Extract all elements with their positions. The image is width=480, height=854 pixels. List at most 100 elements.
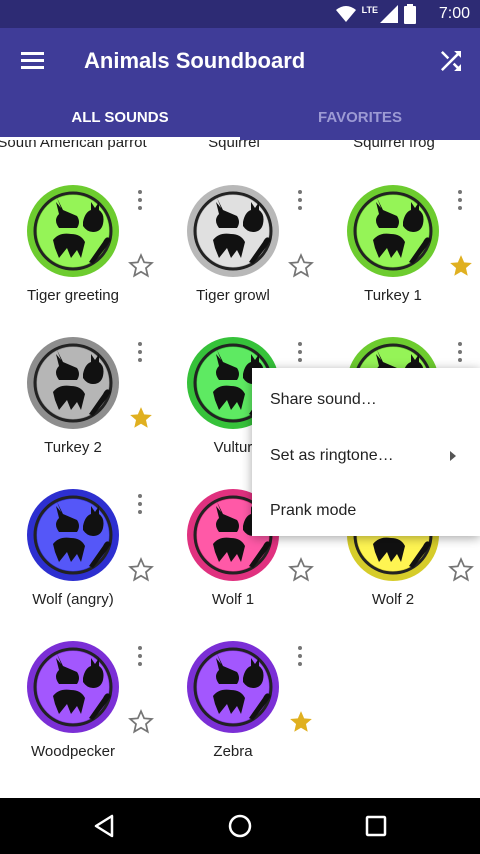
more-dot-icon <box>138 502 142 506</box>
star-outline-icon <box>128 709 154 734</box>
prank-mode-menu-item[interactable]: Prank mode <box>252 485 480 537</box>
signal-icon <box>380 5 398 23</box>
shuffle-icon <box>441 51 461 71</box>
animal-silhouette-icon <box>347 185 439 277</box>
navigation-bar <box>0 798 480 854</box>
overflow-menu-button[interactable] <box>134 342 146 364</box>
star-outline-icon <box>288 557 314 582</box>
favorite-star-button[interactable] <box>128 253 154 279</box>
tab-all-sounds[interactable]: ALL SOUNDS <box>0 100 240 140</box>
network-type-label: LTE <box>361 5 378 15</box>
sound-item: Tiger greeting <box>0 140 160 304</box>
star-outline-icon <box>448 557 474 582</box>
sound-play-button[interactable] <box>186 640 280 734</box>
submenu-arrow-icon <box>450 451 456 461</box>
more-dot-icon <box>138 510 142 514</box>
overflow-menu-button[interactable] <box>134 646 146 668</box>
sound-item: Wolf (angry) <box>0 444 160 608</box>
sound-context-menu: Share sound… Set as ringtone… Prank mode <box>252 368 480 536</box>
favorite-star-button[interactable] <box>448 253 474 279</box>
overflow-menu-button[interactable] <box>294 190 306 212</box>
favorite-star-button[interactable] <box>128 557 154 583</box>
animal-silhouette-icon <box>27 185 119 277</box>
overflow-menu-button[interactable] <box>134 190 146 212</box>
favorite-star-button[interactable] <box>128 709 154 735</box>
app-bar: Animals Soundboard ALL SOUNDS FAVORITES <box>0 28 480 140</box>
more-dot-icon <box>298 654 302 658</box>
animal-silhouette-icon <box>27 489 119 581</box>
sound-play-button[interactable] <box>186 184 280 278</box>
animal-silhouette-icon <box>187 641 279 733</box>
more-dot-icon <box>138 206 142 210</box>
overflow-menu-button[interactable] <box>454 190 466 212</box>
sound-label: Wolf 2 <box>371 591 415 608</box>
sound-item: Tiger growl <box>160 140 320 304</box>
more-dot-icon <box>298 342 302 346</box>
hamburger-icon <box>21 52 44 55</box>
more-dot-icon <box>298 358 302 362</box>
overflow-menu-button[interactable] <box>134 494 146 516</box>
more-dot-icon <box>138 646 142 650</box>
animal-silhouette-icon <box>187 185 279 277</box>
recents-button[interactable] <box>360 810 392 842</box>
tab-favorites[interactable]: FAVORITES <box>240 100 480 140</box>
more-dot-icon <box>138 342 142 346</box>
more-dot-icon <box>138 358 142 362</box>
more-dot-icon <box>138 494 142 498</box>
sound-item: Turkey 2 <box>0 292 160 456</box>
more-dot-icon <box>298 646 302 650</box>
more-dot-icon <box>298 206 302 210</box>
more-dot-icon <box>298 350 302 354</box>
sound-item: Turkey 1 <box>320 140 480 304</box>
more-dot-icon <box>458 358 462 362</box>
overflow-menu-button[interactable] <box>454 342 466 364</box>
home-icon <box>228 814 252 838</box>
overflow-menu-button[interactable] <box>294 646 306 668</box>
more-dot-icon <box>138 190 142 194</box>
share-sound-menu-item[interactable]: Share sound… <box>252 374 480 426</box>
app-title: Animals Soundboard <box>84 48 306 73</box>
back-button[interactable] <box>88 810 120 842</box>
more-dot-icon <box>458 350 462 354</box>
sound-label: Zebra <box>213 743 253 760</box>
sound-play-button[interactable] <box>26 488 120 582</box>
more-dot-icon <box>458 342 462 346</box>
sound-play-button[interactable] <box>346 184 440 278</box>
star-outline-icon <box>288 253 314 278</box>
favorite-star-button[interactable] <box>288 557 314 583</box>
sound-item: Zebra <box>160 596 320 760</box>
animal-silhouette-icon <box>27 641 119 733</box>
menu-button[interactable] <box>18 48 48 74</box>
sound-play-button[interactable] <box>26 336 120 430</box>
sound-item: Woodpecker <box>0 596 160 760</box>
set-ringtone-menu-item[interactable]: Set as ringtone… <box>252 430 480 482</box>
sound-play-button[interactable] <box>26 640 120 734</box>
favorite-star-button[interactable] <box>448 557 474 583</box>
back-icon <box>94 814 114 838</box>
tab-bar: ALL SOUNDS FAVORITES <box>0 100 480 140</box>
wifi-icon <box>335 6 356 22</box>
more-dot-icon <box>138 198 142 202</box>
status-time: 7:00 <box>438 5 470 22</box>
overflow-menu-button[interactable] <box>294 342 306 364</box>
battery-icon <box>404 4 416 24</box>
set-ringtone-label: Set as ringtone… <box>270 447 394 464</box>
star-filled-icon <box>130 407 152 428</box>
star-filled-icon <box>290 711 312 732</box>
favorite-star-button[interactable] <box>288 709 314 735</box>
home-button[interactable] <box>224 810 256 842</box>
star-outline-icon <box>128 557 154 582</box>
favorite-star-button[interactable] <box>128 405 154 431</box>
sound-label: Woodpecker <box>31 743 115 760</box>
favorite-star-button[interactable] <box>288 253 314 279</box>
star-outline-icon <box>128 253 154 278</box>
status-icons: LTE <box>335 4 416 24</box>
more-dot-icon <box>298 190 302 194</box>
status-bar: LTE 7:00 <box>0 0 480 28</box>
sound-play-button[interactable] <box>26 184 120 278</box>
more-dot-icon <box>298 198 302 202</box>
more-dot-icon <box>458 198 462 202</box>
more-dot-icon <box>138 662 142 666</box>
shuffle-button[interactable] <box>436 46 466 76</box>
more-dot-icon <box>298 662 302 666</box>
